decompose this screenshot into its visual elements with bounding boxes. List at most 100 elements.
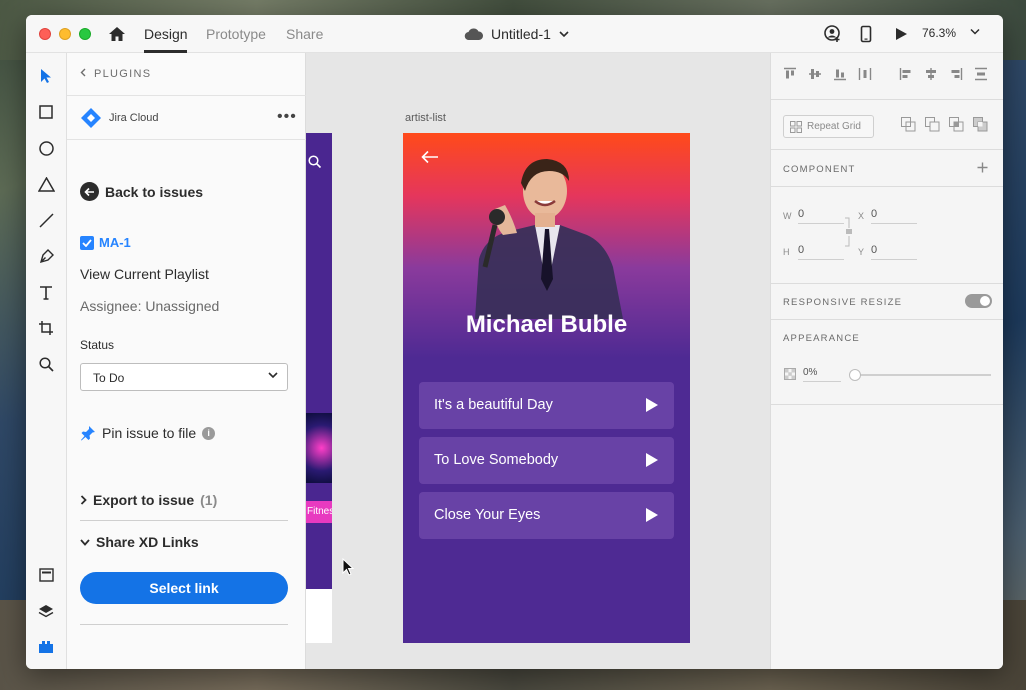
song-item[interactable]: Close Your Eyes bbox=[419, 492, 674, 539]
layers-panel-icon[interactable] bbox=[36, 601, 56, 621]
song-title: It's a beautiful Day bbox=[434, 397, 553, 413]
design-canvas[interactable]: Fitnes artist-list Michael Buble It's a … bbox=[306, 53, 770, 669]
opacity-slider-thumb[interactable] bbox=[849, 369, 861, 381]
repeat-grid-icon bbox=[790, 120, 802, 133]
play-icon[interactable] bbox=[646, 508, 658, 522]
status-value: To Do bbox=[93, 371, 125, 385]
document-title-menu[interactable]: Untitled-1 bbox=[464, 24, 569, 44]
xd-window: Design Prototype Share Untitled-1 76.3% bbox=[26, 15, 1003, 669]
align-left-icon[interactable] bbox=[899, 67, 913, 81]
assets-panel-icon[interactable] bbox=[36, 565, 56, 585]
responsive-resize-toggle[interactable] bbox=[965, 294, 992, 308]
tool-bar bbox=[26, 53, 67, 669]
status-label: Status bbox=[80, 338, 115, 352]
issue-key: MA-1 bbox=[99, 235, 131, 250]
polygon-tool-icon[interactable] bbox=[36, 174, 56, 194]
boolean-subtract-icon[interactable] bbox=[925, 117, 940, 132]
partial-artboard[interactable]: Fitnes bbox=[306, 133, 332, 643]
play-icon[interactable] bbox=[646, 398, 658, 412]
pen-tool-icon[interactable] bbox=[36, 246, 56, 266]
artist-name: Michael Buble bbox=[465, 311, 628, 338]
play-preview-icon[interactable] bbox=[892, 25, 910, 43]
plugins-panel-icon[interactable] bbox=[36, 637, 56, 657]
play-icon[interactable] bbox=[646, 453, 658, 467]
artboard-label[interactable]: artist-list bbox=[405, 112, 446, 124]
title-bar: Design Prototype Share Untitled-1 76.3% bbox=[26, 15, 1003, 53]
boolean-exclude-icon[interactable] bbox=[973, 117, 988, 132]
artist-list-artboard[interactable]: Michael Buble It's a beautiful Day To Lo… bbox=[403, 133, 690, 643]
component-row: COMPONENT bbox=[771, 150, 1003, 187]
align-bottom-icon[interactable] bbox=[833, 67, 847, 81]
opacity-slider-track[interactable] bbox=[851, 374, 991, 376]
tab-design[interactable]: Design bbox=[144, 26, 188, 42]
distribute-vertical-icon[interactable] bbox=[974, 67, 988, 81]
rectangle-tool-icon[interactable] bbox=[36, 102, 56, 122]
jira-logo-icon bbox=[81, 108, 101, 128]
back-to-issues-link[interactable]: Back to issues bbox=[80, 182, 203, 201]
info-icon[interactable]: i bbox=[202, 426, 216, 440]
status-dropdown[interactable]: To Do bbox=[80, 363, 288, 391]
align-center-icon[interactable] bbox=[924, 67, 938, 81]
boolean-intersect-icon[interactable] bbox=[949, 117, 964, 132]
export-to-issue-label: Export to issue bbox=[93, 492, 195, 508]
repeat-grid-label: Repeat Grid bbox=[807, 121, 861, 132]
minimize-window-button[interactable] bbox=[59, 28, 71, 40]
export-to-issue-section[interactable]: Export to issue (1) bbox=[80, 492, 217, 508]
invite-user-icon[interactable] bbox=[824, 25, 842, 43]
add-component-icon[interactable] bbox=[977, 162, 988, 173]
zoom-control[interactable]: 76.3% bbox=[922, 26, 956, 40]
height-field[interactable]: 0 bbox=[798, 244, 844, 260]
chevron-down-icon bbox=[80, 538, 90, 546]
maximize-window-button[interactable] bbox=[79, 28, 91, 40]
width-field[interactable]: 0 bbox=[798, 208, 844, 224]
align-right-icon[interactable] bbox=[949, 67, 963, 81]
artboard-tool-icon[interactable] bbox=[36, 318, 56, 338]
arrow-left-icon[interactable] bbox=[421, 150, 439, 164]
chevron-down-icon bbox=[559, 30, 569, 37]
tab-prototype[interactable]: Prototype bbox=[206, 26, 266, 42]
export-count: (1) bbox=[200, 492, 218, 508]
zoom-chevron-down-icon[interactable] bbox=[970, 28, 980, 36]
home-icon[interactable] bbox=[108, 26, 126, 42]
song-item[interactable]: It's a beautiful Day bbox=[419, 382, 674, 429]
pin-icon bbox=[81, 426, 95, 441]
appearance-row: APPEARANCE 0% bbox=[771, 320, 1003, 405]
artist-photo bbox=[475, 159, 623, 319]
category-tag: Fitnes bbox=[306, 501, 332, 523]
y-position-field[interactable]: 0 bbox=[871, 244, 917, 260]
plugins-back-label: PLUGINS bbox=[94, 68, 152, 80]
line-tool-icon[interactable] bbox=[36, 210, 56, 230]
ellipse-tool-icon[interactable] bbox=[36, 138, 56, 158]
back-to-issues-label: Back to issues bbox=[105, 183, 204, 200]
select-link-button[interactable]: Select link bbox=[80, 572, 288, 604]
text-tool-icon[interactable] bbox=[36, 282, 56, 302]
song-item[interactable]: To Love Somebody bbox=[419, 437, 674, 484]
align-middle-icon[interactable] bbox=[808, 67, 822, 81]
x-position-field[interactable]: 0 bbox=[871, 208, 917, 224]
zoom-level: 76.3% bbox=[922, 26, 957, 40]
appearance-label: APPEARANCE bbox=[783, 333, 860, 344]
opacity-field[interactable]: 0% bbox=[803, 367, 841, 382]
issue-key-link[interactable]: MA-1 bbox=[80, 235, 131, 250]
share-xd-links-section[interactable]: Share XD Links bbox=[80, 534, 199, 550]
more-options-icon[interactable]: ••• bbox=[277, 108, 297, 126]
select-tool-icon[interactable] bbox=[36, 66, 56, 86]
artist-hero: Michael Buble bbox=[403, 133, 690, 358]
distribute-horizontal-icon[interactable] bbox=[858, 67, 872, 81]
mouse-cursor-icon bbox=[342, 558, 354, 576]
align-toolbar bbox=[771, 53, 1003, 100]
width-label: W bbox=[783, 211, 792, 221]
tab-share[interactable]: Share bbox=[286, 26, 323, 42]
device-preview-icon[interactable] bbox=[857, 25, 875, 43]
song-title: Close Your Eyes bbox=[434, 507, 541, 523]
repeat-grid-button[interactable]: Repeat Grid bbox=[783, 115, 874, 138]
boolean-add-icon[interactable] bbox=[901, 117, 916, 132]
lock-aspect-icon[interactable] bbox=[844, 217, 852, 247]
zoom-tool-icon[interactable] bbox=[36, 354, 56, 374]
plugins-back-link[interactable]: PLUGINS bbox=[80, 68, 151, 80]
chevron-down-icon bbox=[268, 372, 278, 379]
align-top-icon[interactable] bbox=[783, 67, 797, 81]
close-window-button[interactable] bbox=[39, 28, 51, 40]
plugin-title-row: Jira Cloud ••• bbox=[67, 96, 306, 140]
pin-issue-to-file[interactable]: Pin issue to file i bbox=[80, 425, 216, 441]
